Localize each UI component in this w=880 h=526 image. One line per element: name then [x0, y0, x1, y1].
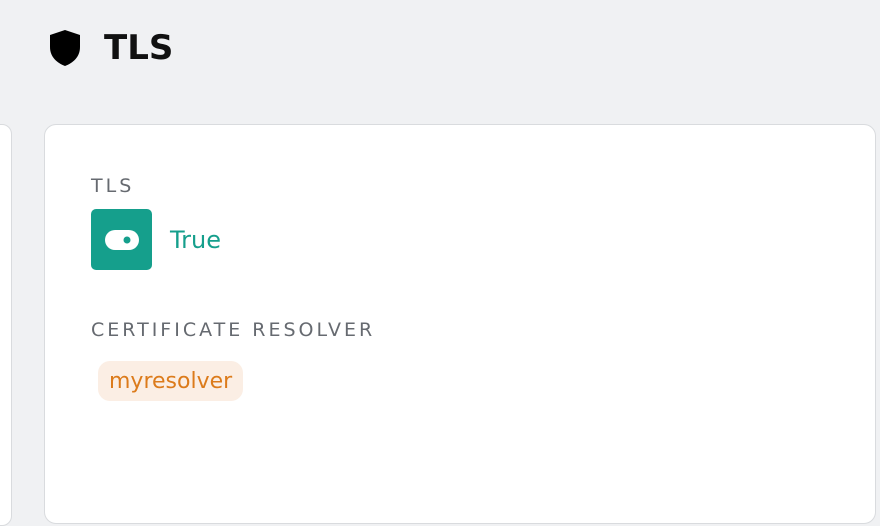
tls-card: TLS True CERTIFICATE RESOLVER myresolver — [44, 124, 876, 524]
certificate-resolver-label: CERTIFICATE RESOLVER — [91, 319, 376, 341]
shield-icon — [48, 28, 82, 68]
certificate-resolver-chip: myresolver — [98, 361, 244, 401]
tls-status: True — [91, 209, 221, 270]
tls-label: TLS — [91, 175, 135, 197]
page-title: TLS — [104, 28, 174, 68]
toggle-on-icon — [91, 209, 152, 270]
tls-value: True — [170, 225, 221, 254]
left-card — [0, 124, 12, 526]
page-header: TLS — [48, 28, 173, 68]
